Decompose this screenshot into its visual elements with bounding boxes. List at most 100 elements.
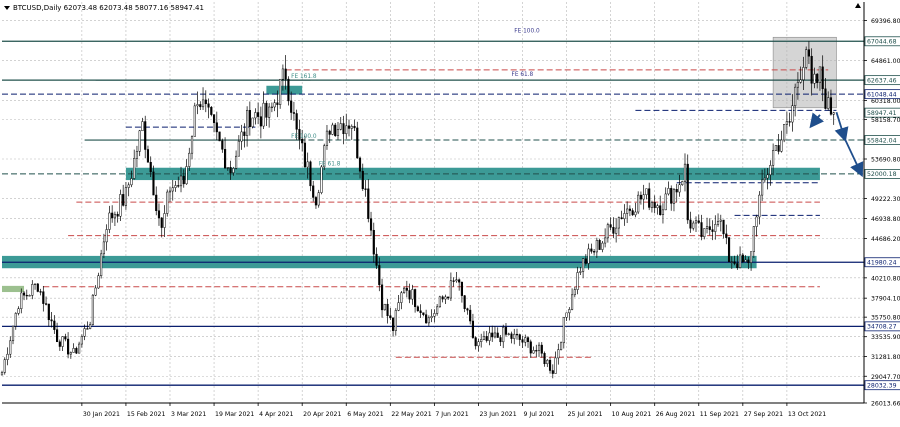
price-label: 28032.39 — [867, 383, 897, 390]
candle-body — [532, 350, 535, 354]
candle-body — [559, 342, 563, 350]
candle-body — [427, 317, 430, 324]
candle-body — [119, 194, 122, 217]
candle-body — [188, 152, 191, 167]
candle-body — [661, 209, 665, 216]
candle-body — [708, 226, 711, 230]
candle-body — [639, 194, 643, 200]
candle-body — [67, 338, 70, 355]
candle-body — [6, 353, 9, 360]
candle-body — [14, 313, 17, 327]
candle-body — [667, 188, 670, 195]
candle-body — [116, 213, 119, 217]
candle-body — [314, 197, 318, 206]
y-tick-label: 46938.80 — [871, 216, 900, 223]
candle-body — [725, 233, 728, 238]
candle-body — [411, 289, 414, 300]
candle-body — [339, 123, 342, 130]
candle-body — [816, 73, 819, 83]
candle-body — [711, 229, 714, 232]
candle-body — [595, 240, 598, 253]
candle-body — [499, 337, 502, 343]
candle-body — [163, 213, 166, 228]
candle-body — [358, 157, 362, 172]
candle-body — [240, 131, 243, 142]
candle-body — [504, 327, 508, 335]
y-tick-label: 33535.90 — [871, 334, 900, 341]
candle-body — [221, 140, 224, 150]
candle-body — [105, 229, 108, 243]
candle-body — [617, 217, 620, 229]
candle-body — [243, 131, 246, 136]
candle-body — [171, 187, 174, 192]
candle-body — [562, 317, 565, 344]
candle-body — [747, 259, 750, 263]
candle-body — [251, 117, 254, 127]
candle-body — [185, 166, 188, 185]
candle-body — [367, 188, 370, 219]
candle-body — [752, 226, 755, 252]
candle-body — [111, 212, 114, 219]
candle-body — [127, 184, 130, 188]
candle-body — [582, 258, 585, 272]
candle-body — [97, 275, 100, 289]
candle-body — [642, 194, 645, 200]
candle-body — [598, 240, 601, 250]
candle-body — [257, 112, 260, 117]
candle-body — [738, 254, 742, 269]
candle-body — [755, 216, 758, 227]
candle-body — [259, 116, 262, 127]
candle-body — [375, 253, 378, 266]
candle-body — [130, 178, 133, 186]
candle-body — [223, 149, 227, 169]
candle-body — [144, 121, 147, 150]
x-tick-label: 3 Mar 2021 — [171, 411, 206, 418]
candle-body — [763, 177, 766, 181]
candle-body — [818, 66, 822, 83]
candle-body — [0, 372, 4, 376]
candle-body — [279, 78, 282, 105]
candle-body — [273, 102, 276, 108]
candle-body — [444, 296, 447, 300]
candle-body — [141, 121, 144, 132]
candle-body — [210, 106, 213, 115]
candle-body — [378, 265, 381, 286]
candle-body — [466, 308, 469, 311]
candle-body — [802, 67, 805, 81]
price-chart: FE 100.0 FE 161.8 FE 61.8 FE 100.0 FE 61.8 3… — [0, 0, 900, 423]
candle-body — [433, 313, 436, 317]
candle-body — [403, 287, 406, 294]
candle-body — [135, 151, 139, 159]
candle-body — [535, 350, 538, 352]
candle-body — [783, 124, 786, 141]
candle-body — [226, 167, 229, 169]
candle-body — [290, 100, 293, 113]
candle-body — [606, 224, 609, 239]
candle-body — [477, 341, 480, 347]
candle-body — [507, 333, 510, 335]
candle-body — [686, 163, 689, 221]
candle-body — [540, 344, 543, 354]
candle-body — [719, 219, 722, 222]
candle-body — [383, 303, 386, 311]
candle-body — [515, 333, 519, 336]
candle-body — [455, 279, 458, 282]
symbol-info-label: BTCUSD,Daily 62073.48 62073.48 58077.16 … — [13, 4, 204, 12]
y-tick-label: 60318.00 — [871, 98, 900, 105]
x-tick-label: 22 May 2021 — [391, 411, 431, 418]
candle-body — [436, 306, 439, 314]
candle-body — [138, 130, 141, 152]
candle-body — [28, 295, 31, 297]
candle-body — [573, 289, 576, 296]
price-label: 34708.27 — [867, 324, 897, 331]
candle-body — [799, 79, 802, 83]
candle-body — [634, 211, 637, 216]
candle-body — [17, 308, 20, 314]
candle-body — [78, 343, 81, 354]
candle-body — [727, 237, 731, 263]
candle-body — [692, 222, 695, 229]
candle-body — [810, 55, 813, 84]
candle-body — [584, 258, 587, 264]
candle-body — [397, 302, 400, 311]
candle-body — [774, 145, 777, 151]
